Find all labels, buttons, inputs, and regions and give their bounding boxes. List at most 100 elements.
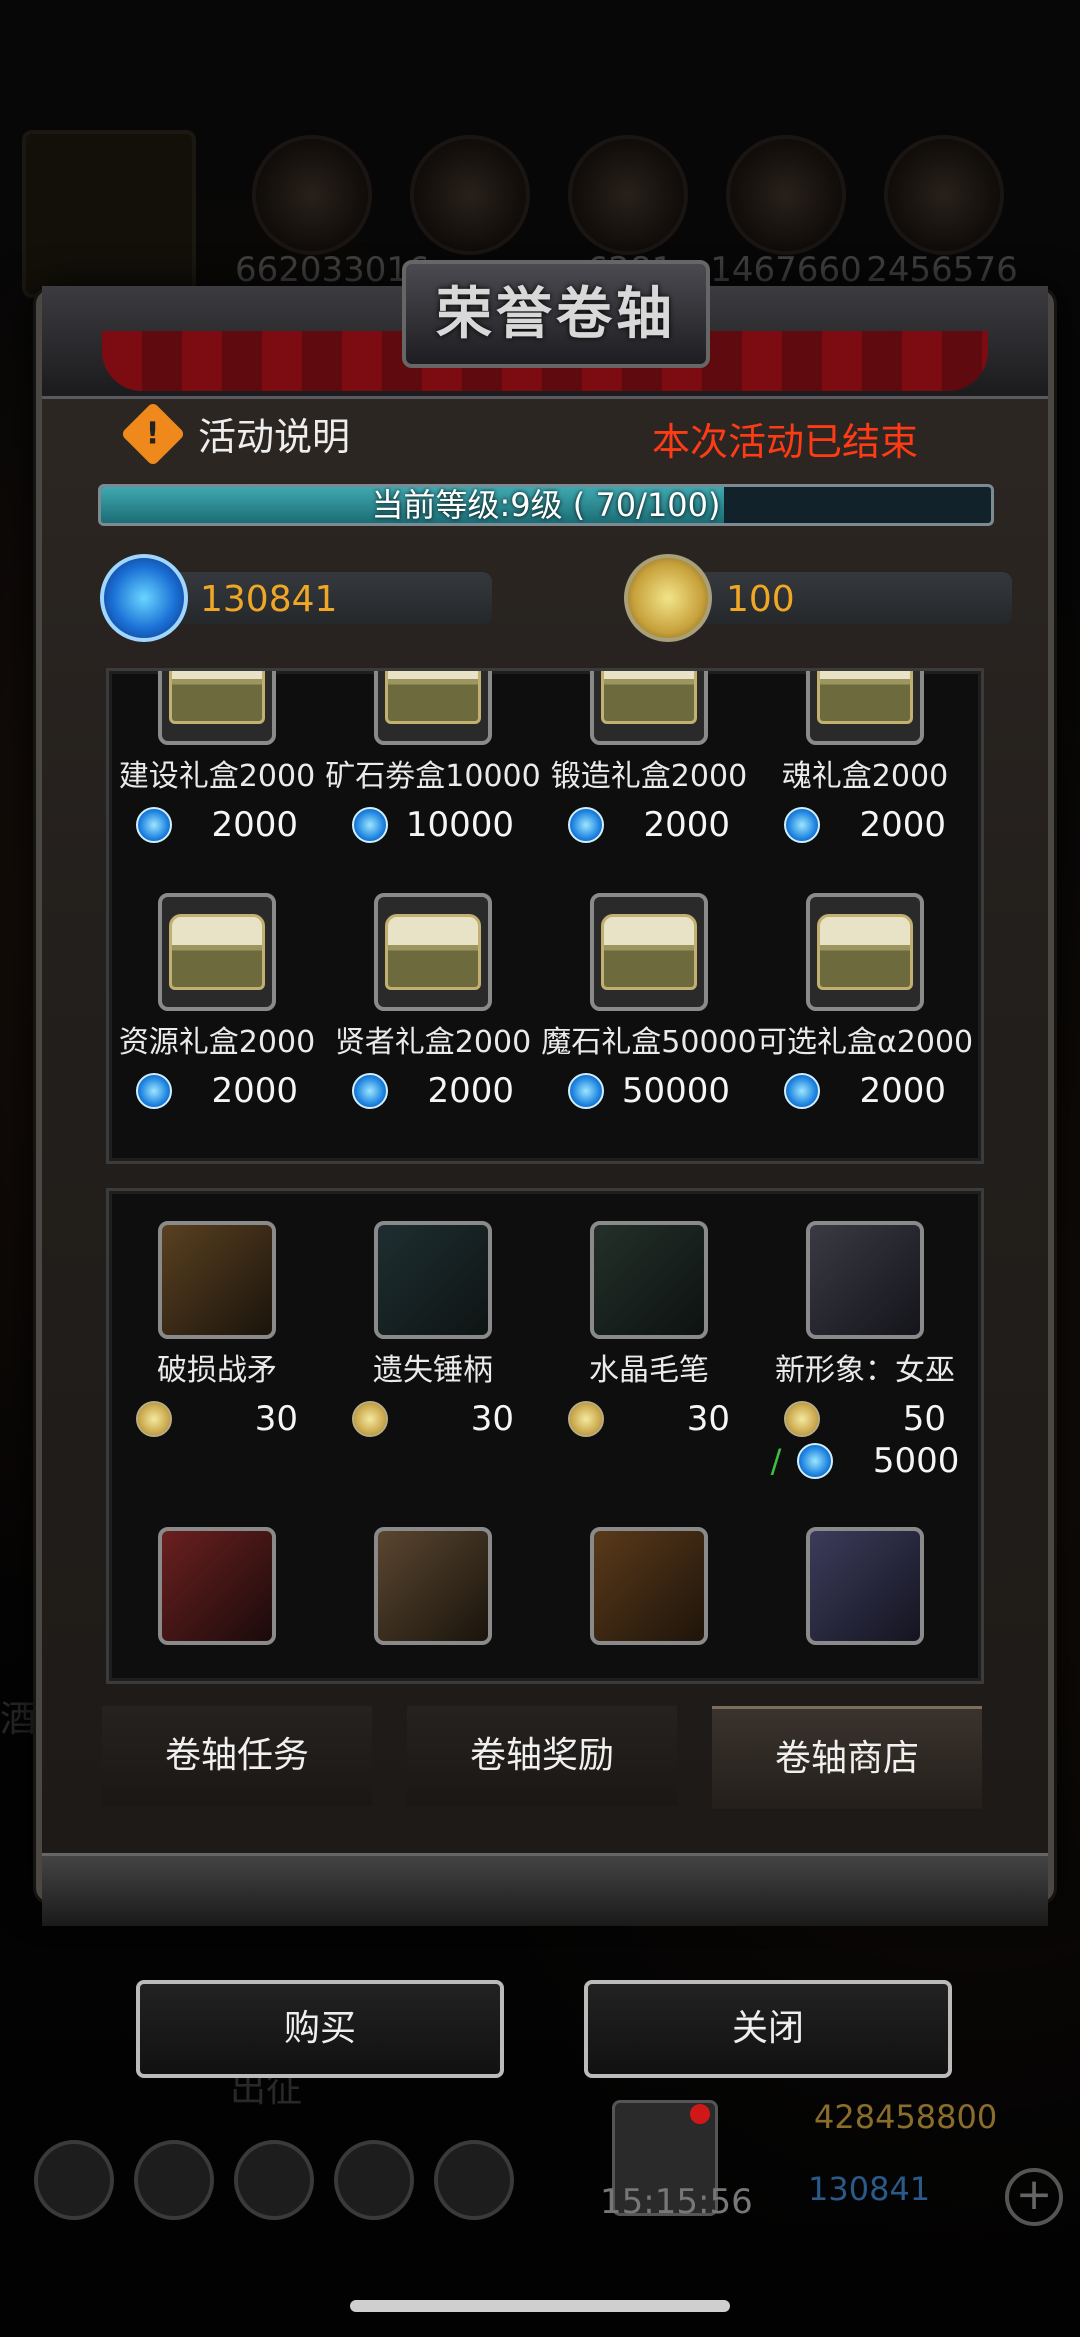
item-price: 30 xyxy=(470,1399,514,1439)
hud-gold: 428458800 xyxy=(760,2098,997,2136)
tab-scroll-shop[interactable]: 卷轴商店 xyxy=(712,1706,982,1809)
item-price: 2000 xyxy=(859,805,946,845)
menu-icon[interactable] xyxy=(34,2140,114,2220)
chest-icon xyxy=(158,671,276,745)
shop-item[interactable]: 新形象：女巫 50 / 5000 xyxy=(757,1221,973,1481)
home-indicator xyxy=(350,2300,730,2312)
item-name: 建设礼盒2000 xyxy=(118,759,316,794)
mail-icon[interactable] xyxy=(334,2140,414,2220)
tab-scroll-tasks[interactable]: 卷轴任务 xyxy=(102,1706,372,1806)
chest-icon xyxy=(158,893,276,1011)
buy-button[interactable]: 购买 xyxy=(136,1980,504,2078)
event-info-label: 活动说明 xyxy=(198,415,351,459)
item-name: 新形象：女巫 xyxy=(775,1353,955,1388)
gem-icon xyxy=(100,554,188,642)
shop-item[interactable]: 资源礼盒2000 2000 xyxy=(109,893,325,1111)
shop-item[interactable]: 建设礼盒2000 2000 xyxy=(109,671,325,845)
hud-gems: 130841 xyxy=(760,2170,930,2208)
add-icon[interactable]: + xyxy=(1005,2168,1063,2226)
chest-icon xyxy=(590,893,708,1011)
bag-icon[interactable] xyxy=(434,2140,514,2220)
chest-icon xyxy=(806,893,924,1011)
shop-item[interactable] xyxy=(109,1527,325,1645)
gem-icon xyxy=(784,807,820,843)
level-text: 当前等级:9级 ( 70/100) xyxy=(371,486,721,524)
spear-icon xyxy=(158,1221,276,1339)
gem-shop-panel: 建设礼盒2000 2000 矿石劵盒10000 10000 锻造礼盒2000 2… xyxy=(106,668,984,1164)
item-name: 锻造礼盒2000 xyxy=(550,759,748,794)
shop-item[interactable] xyxy=(541,1527,757,1645)
tab-scroll-rewards[interactable]: 卷轴奖励 xyxy=(407,1706,677,1806)
item-price: 2000 xyxy=(859,1071,946,1111)
notification-dot xyxy=(690,2104,710,2124)
warning-icon: ! xyxy=(120,400,186,467)
scroll-tabs: 卷轴任务 卷轴奖励 卷轴商店 xyxy=(102,1706,982,1809)
coin-balance-box xyxy=(672,572,1012,624)
coin-shop-panel: 破损战矛 30 遗失锤柄 30 水晶毛笔 30 新形象：女巫 50 / 5000 xyxy=(106,1188,984,1684)
shop-item[interactable]: 魔石礼盒50000 50000 xyxy=(541,893,757,1111)
item-price: 30 xyxy=(254,1399,298,1439)
hud-gems-value: 130841 xyxy=(808,2170,931,2208)
item-price: 2000 xyxy=(211,805,298,845)
gem-icon xyxy=(568,807,604,843)
dwarf-portrait-icon xyxy=(374,1527,492,1645)
shop-item[interactable]: 锻造礼盒2000 2000 xyxy=(541,671,757,845)
close-button[interactable]: 关闭 xyxy=(584,1980,952,2078)
coin-icon xyxy=(352,1401,388,1437)
item-name: 资源礼盒2000 xyxy=(118,1025,316,1060)
item-price: 2000 xyxy=(427,1071,514,1111)
chest-icon xyxy=(374,893,492,1011)
shop-item[interactable]: 破损战矛 30 xyxy=(109,1221,325,1439)
item-name: 可选礼盒α2000 xyxy=(757,1025,974,1060)
shop-item[interactable]: 遗失锤柄 30 xyxy=(325,1221,541,1439)
honor-scroll-modal: 荣誉卷轴 ! 活动说明 本次活动已结束 当前等级:9级 ( 70/100) 13… xyxy=(36,260,1054,1926)
gem-icon xyxy=(568,1073,604,1109)
hero-icon[interactable] xyxy=(134,2140,214,2220)
gem-icon xyxy=(352,807,388,843)
event-info-button[interactable]: ! 活动说明 xyxy=(120,400,351,467)
shop-item[interactable] xyxy=(325,1527,541,1645)
hammer-icon xyxy=(374,1221,492,1339)
item-name: 遗失锤柄 xyxy=(373,1353,493,1388)
modal-title: 荣誉卷轴 xyxy=(402,260,710,368)
demon-portrait-icon xyxy=(806,1527,924,1645)
item-name: 贤者礼盒2000 xyxy=(334,1025,532,1060)
shop-item[interactable]: 可选礼盒α2000 2000 xyxy=(757,893,973,1111)
shop-item[interactable]: 贤者礼盒2000 2000 xyxy=(325,893,541,1111)
item-name: 水晶毛笔 xyxy=(589,1353,709,1388)
gem-icon xyxy=(784,1073,820,1109)
witch-portrait-icon xyxy=(806,1221,924,1339)
item-name: 矿石劵盒10000 xyxy=(325,759,541,794)
gem-icon xyxy=(136,1073,172,1109)
brush-icon xyxy=(590,1221,708,1339)
modal-footer-frame xyxy=(42,1853,1048,1926)
item-price: 30 xyxy=(686,1399,730,1439)
shop-item[interactable]: 水晶毛笔 30 xyxy=(541,1221,757,1439)
hud-gold-value: 428458800 xyxy=(814,2098,998,2136)
item-name: 破损战矛 xyxy=(157,1353,277,1388)
item-price: 2000 xyxy=(643,805,730,845)
chest-icon xyxy=(374,671,492,745)
coin-icon xyxy=(624,554,712,642)
chest-icon xyxy=(590,671,708,745)
item-price: 50 xyxy=(902,1399,946,1439)
shop-item[interactable] xyxy=(757,1527,973,1645)
gem-icon xyxy=(797,1443,834,1479)
coin-icon xyxy=(568,1401,604,1437)
or-separator: / xyxy=(770,1442,782,1480)
shop-item[interactable]: 矿石劵盒10000 10000 xyxy=(325,671,541,845)
gem-icon xyxy=(136,807,172,843)
item-alt-price: 5000 xyxy=(872,1441,960,1481)
level-progress-bar: 当前等级:9级 ( 70/100) xyxy=(98,484,994,526)
item-name: 魔石礼盒50000 xyxy=(541,1025,757,1060)
item-price: 2000 xyxy=(211,1071,298,1111)
item-name: 魂礼盒2000 xyxy=(781,759,949,794)
knight-helmet-icon xyxy=(590,1527,708,1645)
item-price: 10000 xyxy=(405,805,514,845)
shop-item[interactable]: 魂礼盒2000 2000 xyxy=(757,671,973,845)
chest-icon xyxy=(806,671,924,745)
coin-icon xyxy=(136,1401,172,1437)
castle-icon[interactable] xyxy=(234,2140,314,2220)
coin-icon xyxy=(784,1401,820,1437)
event-status: 本次活动已结束 xyxy=(651,420,918,464)
